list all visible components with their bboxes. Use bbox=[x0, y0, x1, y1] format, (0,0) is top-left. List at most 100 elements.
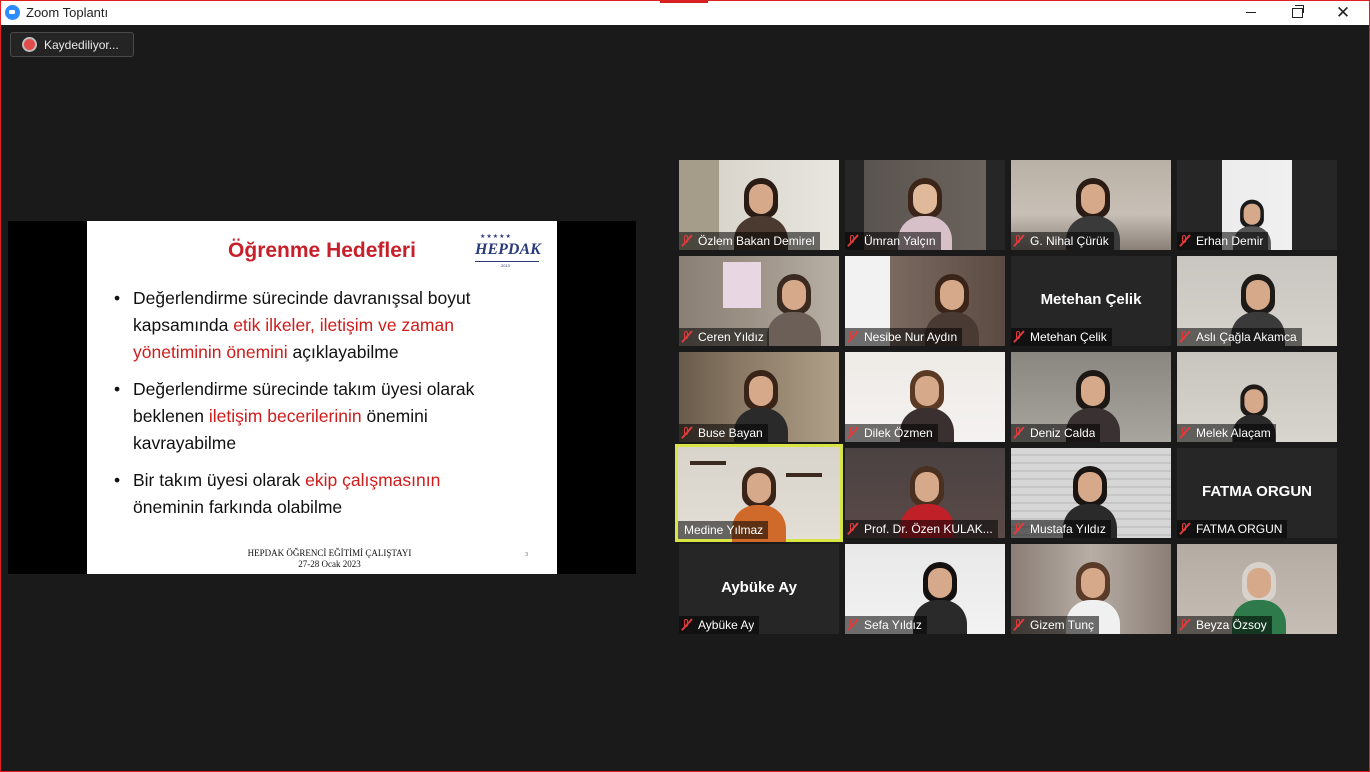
muted-mic-icon bbox=[1177, 424, 1193, 442]
participant-name: Medine Yılmaz bbox=[684, 523, 764, 537]
participant-name-bar: Buse Bayan bbox=[679, 424, 768, 442]
participant-name-bar: Aybüke Ay bbox=[679, 616, 760, 634]
participant-name-bar: Ceren Yıldız bbox=[679, 328, 769, 346]
bullet-text: Bir takım üyesi olarak bbox=[133, 470, 306, 490]
shared-screen[interactable]: Öğrenme Hedefleri ★★★★★ HEPDAK 2013 Değe… bbox=[8, 221, 636, 574]
logo-text: HEPDAK bbox=[475, 241, 541, 258]
muted-mic-icon bbox=[1011, 520, 1027, 538]
video-tile[interactable]: Mustafa Yıldız bbox=[1011, 448, 1171, 538]
hepdak-logo: ★★★★★ HEPDAK 2013 bbox=[474, 233, 544, 269]
minimize-button[interactable] bbox=[1228, 0, 1274, 25]
participant-display-name: Metehan Çelik bbox=[1040, 291, 1142, 308]
muted-mic-icon bbox=[1011, 232, 1027, 250]
participant-name: G. Nihal Çürük bbox=[1030, 234, 1109, 248]
record-icon bbox=[24, 39, 35, 50]
video-tile[interactable]: Gizem Tunç bbox=[1011, 544, 1171, 634]
muted-mic-icon bbox=[679, 328, 695, 346]
bullet-text: kavrayabilme bbox=[133, 433, 237, 453]
video-tile[interactable]: Sefa Yıldız bbox=[845, 544, 1005, 634]
muted-mic-icon bbox=[845, 424, 861, 442]
title-bar: Zoom Toplantı ✕ bbox=[0, 0, 1370, 25]
video-tile[interactable]: Melek Alaçam bbox=[1177, 352, 1337, 442]
logo-underline bbox=[475, 261, 539, 262]
objective-item: Değerlendirme sürecinde takım üyesi olar… bbox=[114, 376, 544, 457]
video-tile[interactable]: Erhan Demir bbox=[1177, 160, 1337, 250]
muted-mic-icon bbox=[679, 232, 695, 250]
muted-mic-icon bbox=[1177, 616, 1193, 634]
recording-status-button[interactable]: Kaydediliyor... bbox=[10, 32, 134, 57]
participant-name-bar: Mustafa Yıldız bbox=[1011, 520, 1111, 538]
footer-date: 27-28 Ocak 2023 bbox=[298, 559, 361, 569]
video-tile[interactable]: Ümran Yalçın bbox=[845, 160, 1005, 250]
muted-mic-icon bbox=[1011, 616, 1027, 634]
screen-share-indicator[interactable] bbox=[660, 0, 708, 3]
muted-mic-icon bbox=[845, 232, 861, 250]
participant-name-bar: Melek Alaçam bbox=[1177, 424, 1276, 442]
muted-mic-icon bbox=[1177, 232, 1193, 250]
muted-mic-icon bbox=[679, 424, 695, 442]
bullet-text: kapsamında bbox=[133, 315, 234, 335]
active-speaker-tile[interactable]: Medine Yılmaz bbox=[675, 444, 843, 542]
participant-name-bar: Dilek Özmen bbox=[845, 424, 938, 442]
video-off-tile[interactable]: FATMA ORGUN FATMA ORGUN bbox=[1177, 448, 1337, 538]
video-tile[interactable]: Prof. Dr. Özen KULAK... bbox=[845, 448, 1005, 538]
muted-mic-icon bbox=[679, 616, 695, 634]
participant-name: Dilek Özmen bbox=[864, 426, 933, 440]
participant-name: Prof. Dr. Özen KULAK... bbox=[864, 522, 993, 536]
participant-name: Gizem Tunç bbox=[1030, 618, 1095, 632]
presentation-slide: Öğrenme Hedefleri ★★★★★ HEPDAK 2013 Değe… bbox=[87, 221, 557, 574]
close-button[interactable]: ✕ bbox=[1320, 0, 1366, 25]
logo-year: 2013 bbox=[501, 263, 510, 268]
participant-name: FATMA ORGUN bbox=[1196, 522, 1283, 536]
video-tile[interactable]: Aslı Çağla Akamca bbox=[1177, 256, 1337, 346]
participant-name: Buse Bayan bbox=[698, 426, 763, 440]
video-tile[interactable]: Deniz Calda bbox=[1011, 352, 1171, 442]
participant-name: Ümran Yalçın bbox=[864, 234, 936, 248]
video-tile[interactable]: G. Nihal Çürük bbox=[1011, 160, 1171, 250]
zoom-icon bbox=[5, 5, 20, 20]
bullet-highlight: iletişim becerilerinin bbox=[208, 406, 362, 426]
participant-name: Aslı Çağla Akamca bbox=[1196, 330, 1297, 344]
participant-name-bar: Deniz Calda bbox=[1011, 424, 1101, 442]
restore-button[interactable] bbox=[1274, 0, 1320, 25]
muted-mic-icon bbox=[845, 328, 861, 346]
video-tile[interactable]: Dilek Özmen bbox=[845, 352, 1005, 442]
participant-name-bar: Metehan Çelik bbox=[1011, 328, 1112, 346]
participant-name: Mustafa Yıldız bbox=[1030, 522, 1106, 536]
participant-name-bar: Gizem Tunç bbox=[1011, 616, 1100, 634]
objective-item: Değerlendirme sürecinde davranışsal boyu… bbox=[114, 285, 544, 366]
participant-name: Beyza Özsoy bbox=[1196, 618, 1267, 632]
video-tile[interactable]: Özlem Bakan Demirel bbox=[679, 160, 839, 250]
muted-mic-icon bbox=[1011, 424, 1027, 442]
muted-mic-icon bbox=[845, 616, 861, 634]
participant-name-bar: Ümran Yalçın bbox=[845, 232, 941, 250]
bullet-text: açıklayabilme bbox=[287, 342, 399, 362]
minimize-icon bbox=[1246, 12, 1256, 13]
participant-name-bar: Beyza Özsoy bbox=[1177, 616, 1272, 634]
participant-name: Nesibe Nur Aydın bbox=[864, 330, 958, 344]
objective-item: Bir takım üyesi olarak ekip çalışmasının… bbox=[114, 467, 544, 521]
bullet-text: Değerlendirme sürecinde takım üyesi olar… bbox=[133, 379, 475, 399]
window-title: Zoom Toplantı bbox=[26, 5, 109, 20]
slide-page-number: 3 bbox=[525, 552, 528, 558]
participant-name: Metehan Çelik bbox=[1030, 330, 1107, 344]
video-tile[interactable]: Nesibe Nur Aydın bbox=[845, 256, 1005, 346]
bullet-highlight: yönetiminin önemini bbox=[133, 342, 288, 362]
participant-name-bar: Sefa Yıldız bbox=[845, 616, 927, 634]
participant-name-bar: Medine Yılmaz bbox=[678, 521, 769, 539]
participant-name-bar: Özlem Bakan Demirel bbox=[679, 232, 820, 250]
muted-mic-icon bbox=[1177, 328, 1193, 346]
video-off-tile[interactable]: Aybüke Ay Aybüke Ay bbox=[679, 544, 839, 634]
participant-name: Özlem Bakan Demirel bbox=[698, 234, 815, 248]
shelf-image bbox=[786, 473, 822, 477]
video-off-tile[interactable]: Metehan Çelik Metehan Çelik bbox=[1011, 256, 1171, 346]
restore-icon bbox=[1291, 4, 1304, 18]
poster-image bbox=[723, 262, 761, 308]
participant-name: Ceren Yıldız bbox=[698, 330, 764, 344]
video-tile[interactable]: Buse Bayan bbox=[679, 352, 839, 442]
muted-mic-icon bbox=[1177, 520, 1193, 538]
recording-label: Kaydediliyor... bbox=[44, 38, 119, 52]
video-tile[interactable]: Ceren Yıldız bbox=[679, 256, 839, 346]
video-tile[interactable]: Beyza Özsoy bbox=[1177, 544, 1337, 634]
close-icon: ✕ bbox=[1335, 3, 1351, 22]
